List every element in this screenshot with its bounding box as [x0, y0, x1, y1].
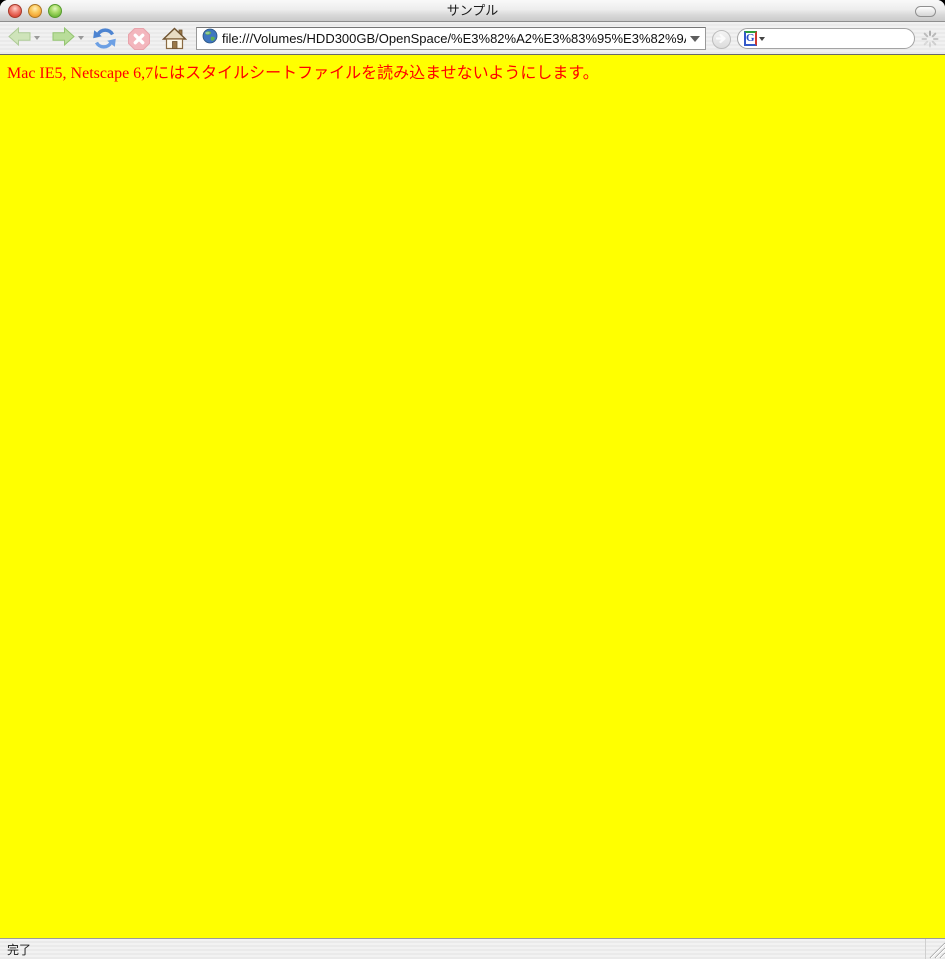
stop-icon [127, 27, 151, 54]
back-history-dropdown-icon [34, 36, 40, 40]
globe-icon [202, 28, 218, 49]
toolbar-toggle-lozenge[interactable] [915, 6, 936, 17]
go-arrow-icon [716, 32, 727, 47]
reload-button[interactable] [91, 25, 118, 55]
status-text: 完了 [7, 941, 31, 958]
resize-grip-icon[interactable] [925, 939, 945, 959]
search-engine-dropdown-icon[interactable] [759, 37, 765, 41]
address-bar [196, 27, 706, 50]
home-icon [162, 26, 187, 54]
home-button[interactable] [162, 26, 187, 54]
window-title: サンプル [0, 0, 945, 22]
search-bar: G [737, 28, 915, 49]
back-arrow-icon [7, 26, 32, 50]
page-message: Mac IE5, Netscape 6,7にはスタイルシートファイルを読み込ませ… [0, 55, 945, 84]
forward-arrow-icon [51, 26, 76, 50]
go-button[interactable] [712, 30, 731, 49]
back-button[interactable] [7, 26, 40, 50]
address-input[interactable] [222, 31, 686, 46]
search-input[interactable] [767, 32, 922, 46]
navigation-toolbar: G [0, 22, 945, 55]
forward-history-dropdown-icon [78, 36, 84, 40]
stop-button[interactable] [127, 27, 151, 54]
reload-icon [91, 25, 118, 55]
google-g-icon[interactable]: G [744, 31, 757, 46]
address-history-dropdown-icon[interactable] [690, 36, 700, 42]
title-bar[interactable]: サンプル [0, 0, 945, 22]
forward-button[interactable] [51, 26, 84, 50]
status-bar: 完了 [0, 938, 945, 959]
browser-window: サンプル [0, 0, 945, 960]
page-content: Mac IE5, Netscape 6,7にはスタイルシートファイルを読み込ませ… [0, 55, 945, 938]
spinner-icon [921, 30, 939, 48]
